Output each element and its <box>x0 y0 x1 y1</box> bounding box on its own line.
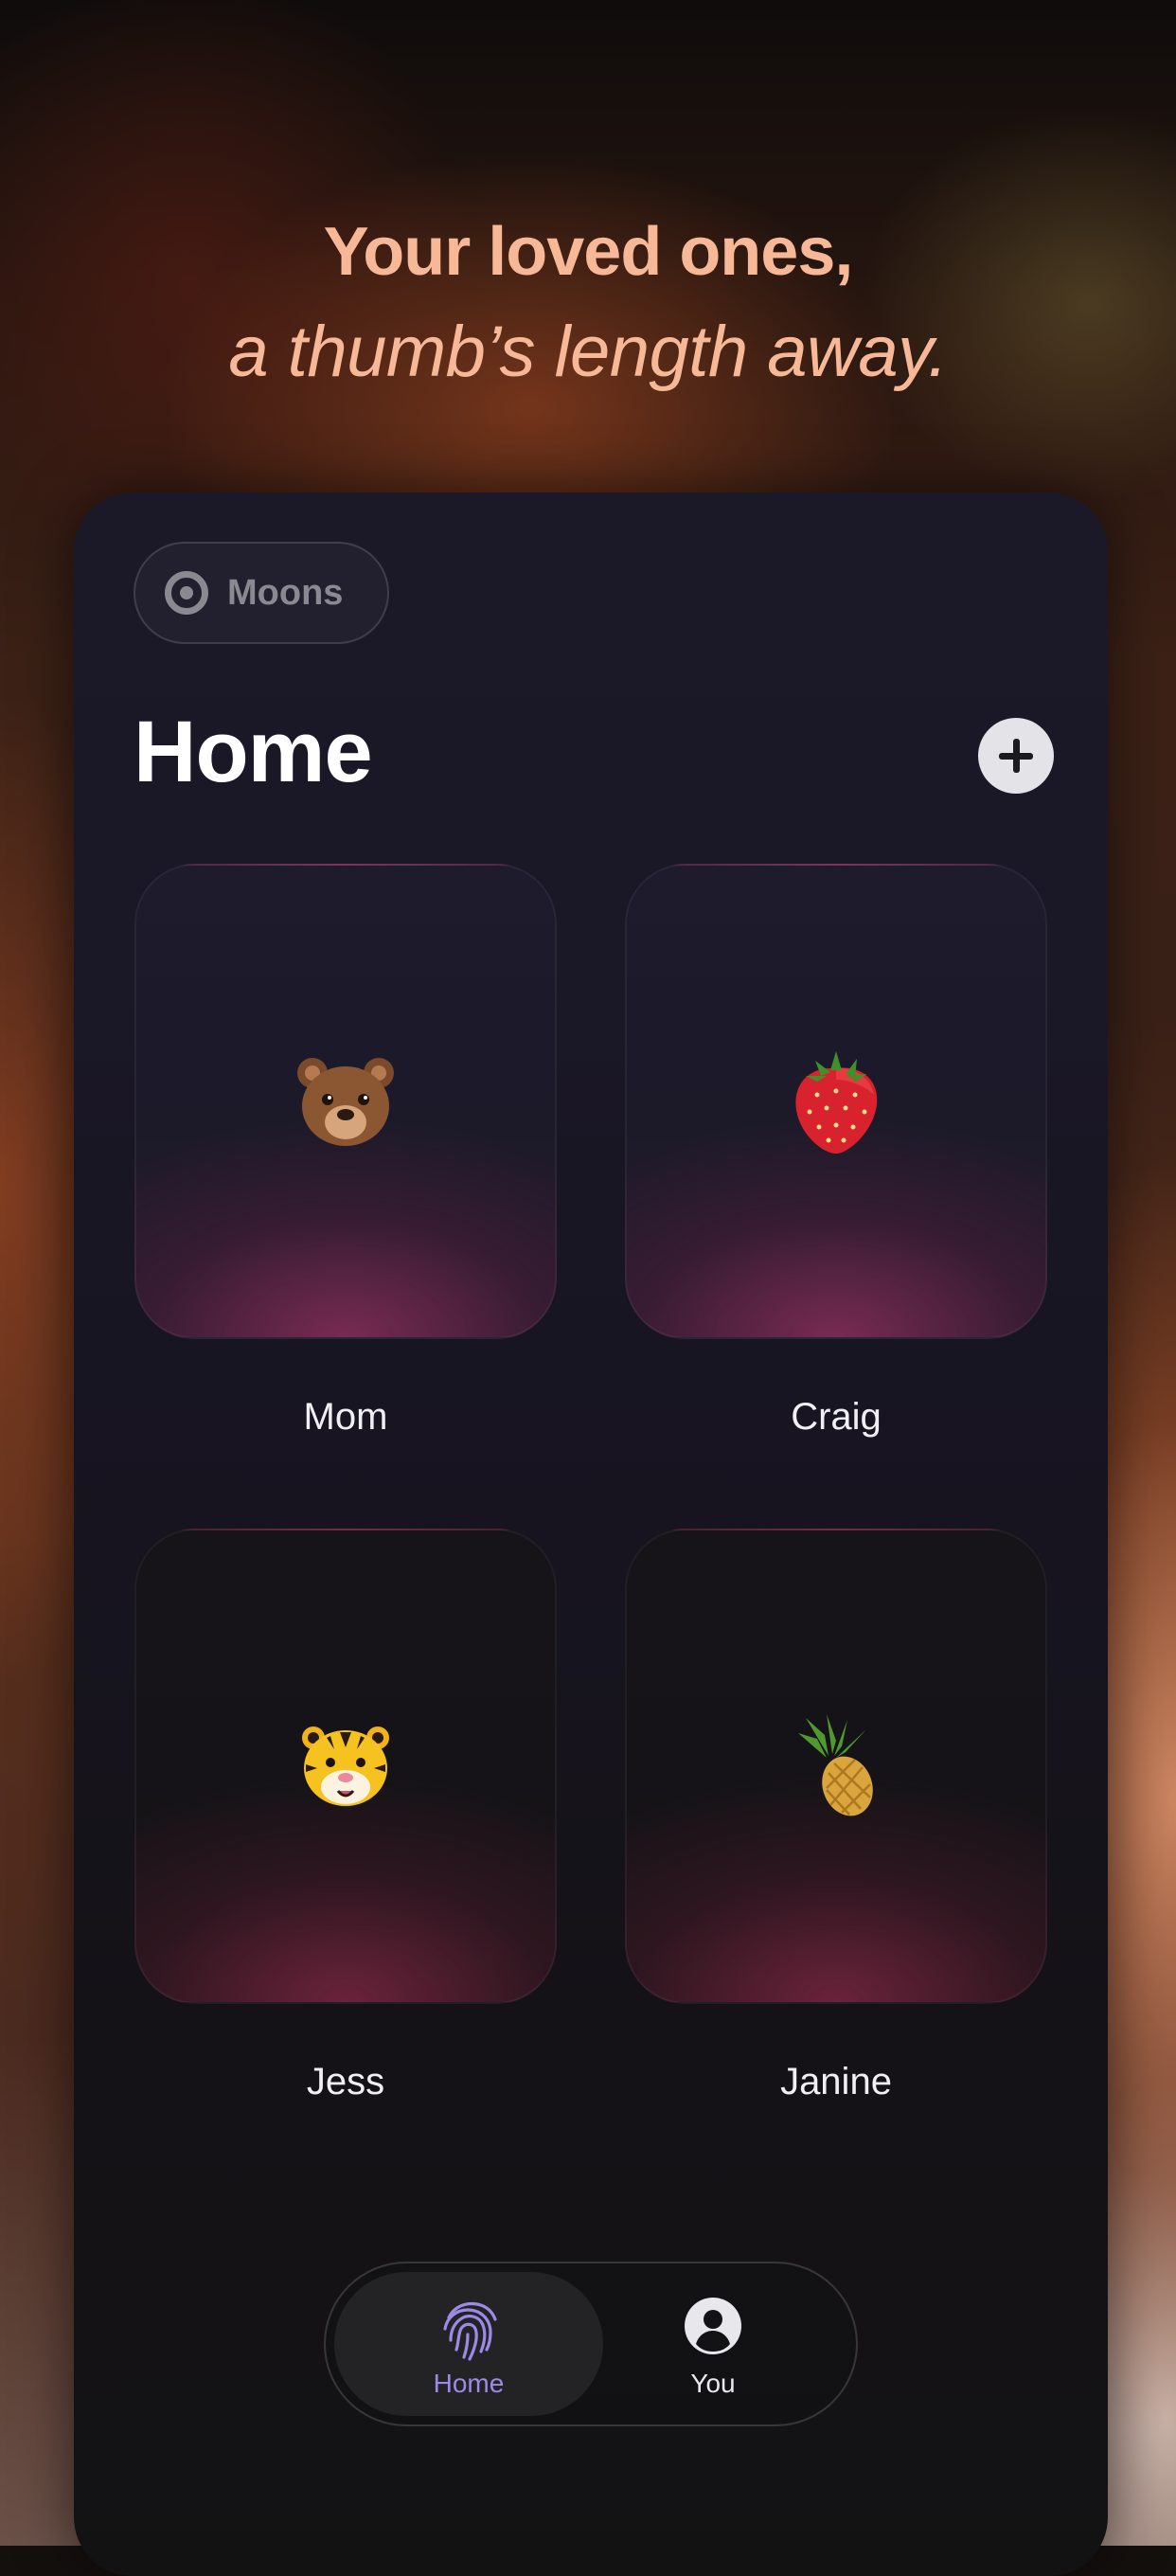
contact-card <box>625 1529 1047 2004</box>
contact-craig[interactable]: Craig <box>625 864 1047 1439</box>
tiger-icon <box>302 1726 389 1806</box>
page-title: Home <box>134 704 373 800</box>
contact-card <box>625 864 1047 1339</box>
strawberry-icon <box>795 1051 878 1154</box>
contact-mom[interactable]: Mom <box>134 864 557 1439</box>
headline-line-1: Your loved ones, <box>323 214 854 290</box>
contact-janine[interactable]: Janine <box>625 1529 1047 2103</box>
contact-card <box>134 864 557 1339</box>
contact-jess[interactable]: Jess <box>134 1529 557 2103</box>
moons-chip[interactable]: Moons <box>134 542 389 644</box>
contact-card <box>134 1529 557 2004</box>
contact-name: Mom <box>303 1396 388 1438</box>
headline-line-2: a thumb’s length away. <box>228 312 948 392</box>
bear-icon <box>297 1058 394 1146</box>
contact-name: Janine <box>780 2061 892 2102</box>
contact-name: Craig <box>791 1396 882 1438</box>
tab-home[interactable]: Home <box>334 2272 603 2416</box>
moons-label: Moons <box>227 572 344 613</box>
contact-name: Jess <box>306 2061 385 2102</box>
tab-home-label: Home <box>433 2369 505 2398</box>
fingerprint-icon <box>443 2301 497 2361</box>
tab-bar: Home You <box>324 2262 858 2426</box>
moons-icon <box>165 571 208 615</box>
tab-you-label: You <box>690 2369 736 2398</box>
app-screen: Moons Home Mom Craig Jess Janine Home Yo… <box>74 492 1108 2576</box>
person-icon <box>685 2298 741 2354</box>
tab-you[interactable]: You <box>579 2272 847 2416</box>
add-contact-button[interactable] <box>978 718 1054 794</box>
pineapple-icon <box>798 1714 873 1816</box>
